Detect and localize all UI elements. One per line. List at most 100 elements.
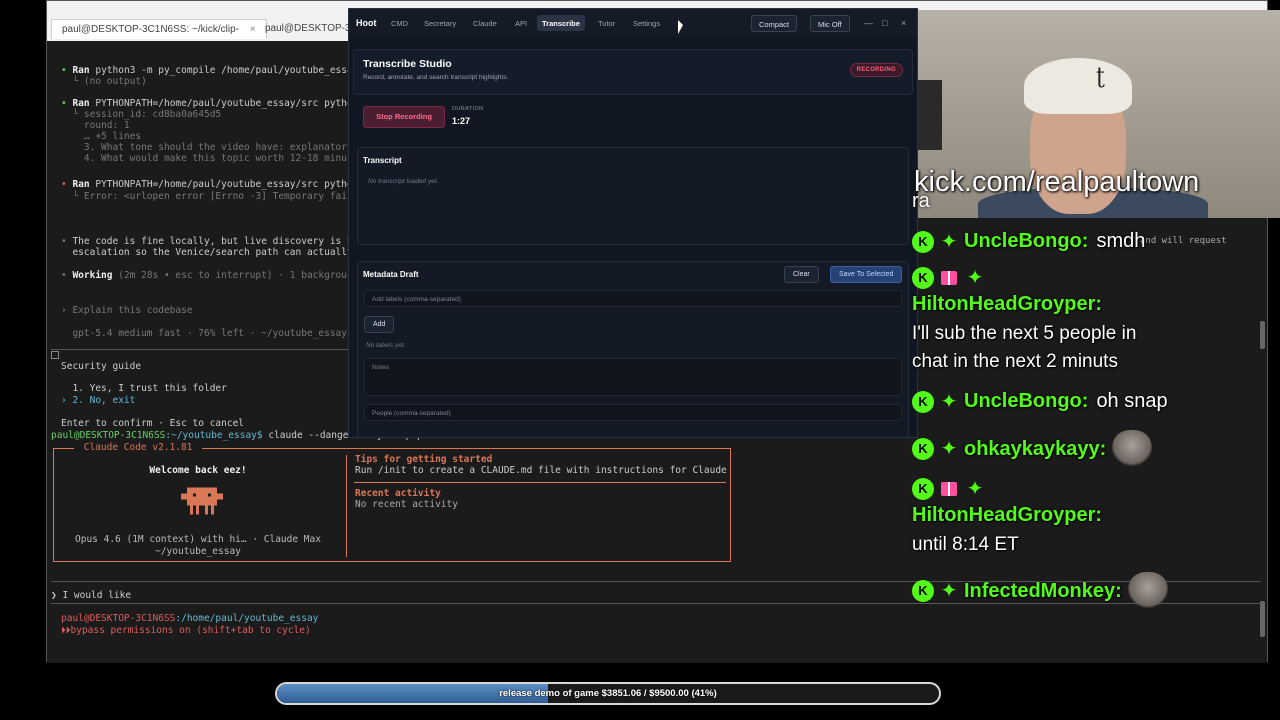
chat-username: UncleBongo: — [964, 230, 1089, 252]
claude-input[interactable]: ❯ I would like — [51, 590, 131, 601]
trust-option-yes[interactable]: 1. Yes, I trust this folder — [61, 383, 226, 394]
chat-text: I'll sub the next 5 people in — [912, 323, 1137, 344]
box-divider — [346, 455, 347, 557]
terminal-line: • The code is fine locally, but live dis… — [61, 236, 359, 247]
mouse-cursor-icon — [678, 20, 683, 34]
kick-icon: K — [912, 438, 934, 460]
chat-text: until 8:14 ET — [912, 534, 1019, 555]
transcript-panel: Transcript No transcript loaded yet. — [357, 147, 909, 245]
tab-secretary[interactable]: Secretary — [419, 15, 461, 31]
minimize-icon[interactable]: — — [864, 18, 873, 28]
terminal-line: └ session_id: cd8ba0a645d5 — [61, 109, 222, 120]
cap-icon — [1024, 58, 1132, 114]
recording-status-badge: RECORDING — [849, 63, 903, 77]
scrollbar[interactable] — [1260, 601, 1265, 637]
star-icon: ✦ — [940, 230, 958, 253]
tips-text: Run /init to create a CLAUDE.md file wit… — [355, 465, 727, 476]
scrollbar[interactable] — [1260, 321, 1265, 349]
save-to-selected-button[interactable]: Save To Selected — [830, 266, 903, 283]
gift-icon — [938, 267, 960, 289]
close-icon[interactable]: × — [901, 18, 906, 28]
star-icon: ✦ — [940, 390, 958, 413]
chat-username: HiltonHeadGroyper: — [912, 504, 1103, 526]
terminal-line: └ (no output) — [61, 76, 147, 87]
tips-heading: Tips for getting started — [355, 454, 493, 465]
star-icon: ✦ — [940, 580, 958, 602]
terminal-status-line: gpt-5.4 medium fast · 76% left · ~/youtu… — [61, 328, 347, 339]
star-icon: ✦ — [966, 478, 984, 500]
terminal-line: 4. What would make this topic worth 12-1… — [61, 153, 359, 164]
security-guide-heading: Security guide — [61, 361, 142, 372]
mic-toggle-button[interactable]: Mic Off — [810, 15, 850, 32]
chat-username: HiltonHeadGroyper: — [912, 293, 1103, 315]
tab-claude[interactable]: Claude — [468, 15, 502, 31]
pane-icon — [51, 351, 59, 359]
page-title: Transcribe Studio — [363, 58, 452, 70]
chat-text: smdh — [1096, 230, 1146, 252]
stream-url-overlay: kick.com/realpaultown — [912, 168, 1280, 212]
cap-logo-icon: ʈ — [1096, 64, 1105, 89]
donation-goal-bar: release demo of game $3851.06 / $9500.00… — [275, 682, 941, 705]
tab-settings[interactable]: Settings — [628, 15, 665, 31]
welcome-message: Welcome back eez! — [149, 465, 247, 476]
terminal-line: └ Error: <urlopen error [Errno -3] Tempo… — [61, 191, 359, 202]
terminal-input-placeholder[interactable]: › Explain this codebase — [61, 305, 193, 316]
terminal-line: • Ran python3 -m py_compile /home/paul/y… — [61, 65, 359, 76]
claude-code-welcome-box: Claude Code v2.1.81 Welcome back eez! Op… — [53, 442, 731, 562]
metadata-title: Metadata Draft — [363, 270, 419, 279]
chat-message: K ✦ ohkaykaykayy: — [912, 430, 1153, 468]
claude-mascot-icon — [181, 487, 223, 515]
terminal-working-line: • Working (2m 28s • esc to interrupt) · … — [61, 270, 359, 281]
recent-text: No recent activity — [355, 499, 458, 510]
stream-url: kick.com/realpaultown — [914, 168, 1200, 198]
bypass-icon: ⏵⏵ — [61, 625, 71, 636]
terminal-tab-active[interactable]: paul@DESKTOP-3C1N6SS: ~/kick/clip- × — [51, 19, 267, 39]
chat-username: ohkaykaykayy: — [964, 437, 1107, 460]
hoot-window: Hoot CMD Secretary Claude API Transcribe… — [348, 8, 918, 438]
add-label-button[interactable]: Add — [364, 316, 395, 333]
stop-recording-button[interactable]: Stop Recording — [363, 106, 445, 128]
bottom-prompt: paul@DESKTOP-3C1N6SS:/home/paul/youtube_… — [61, 613, 319, 624]
transcribe-header: Transcribe Studio Record, annotate, and … — [353, 49, 913, 95]
tab-api[interactable]: API — [510, 15, 532, 31]
goal-text: release demo of game $3851.06 / $9500.00… — [499, 688, 717, 699]
recent-heading: Recent activity — [355, 488, 441, 499]
maximize-icon[interactable]: □ — [882, 18, 887, 28]
chat-message: K ✦ UncleBongo: smdh — [912, 230, 1145, 253]
kick-icon: K — [912, 230, 934, 253]
compact-button[interactable]: Compact — [751, 15, 798, 32]
chat-message-author: HiltonHeadGroyper: — [912, 293, 1102, 316]
pane-divider[interactable] — [51, 349, 355, 350]
chat-text: chat in the next 2 minuts — [912, 351, 1118, 372]
model-info: Opus 4.6 (1M context) with hi… · Claude … — [75, 534, 321, 545]
terminal-line: 3. What tone should the video have: expl… — [61, 142, 359, 153]
kick-icon: K — [912, 478, 934, 500]
hoot-brand: Hoot — [356, 18, 377, 28]
microphone-icon — [918, 80, 942, 150]
clear-button[interactable]: Clear — [784, 266, 819, 283]
gift-icon — [938, 478, 960, 500]
terminal-line: escalation so the Venice/search path can… — [61, 247, 353, 258]
labels-input[interactable]: Add labels (comma-separated) — [364, 290, 902, 307]
kick-icon: K — [912, 267, 934, 289]
terminal-line: … +5 lines — [61, 131, 142, 142]
tab-tutor[interactable]: Tutor — [593, 15, 620, 31]
box-divider — [354, 482, 726, 483]
transcript-title: Transcript — [363, 156, 402, 165]
trust-option-no[interactable]: › 2. No, exit — [61, 395, 135, 406]
chat-message: K ✦ — [912, 478, 990, 500]
emote-icon — [1127, 572, 1168, 610]
metadata-panel: Metadata Draft Clear Save To Selected Ad… — [357, 261, 909, 437]
claude-code-version: Claude Code v2.1.81 — [74, 442, 203, 453]
tab-cmd[interactable]: CMD — [386, 15, 413, 31]
people-input[interactable]: People (comma-separated) — [364, 404, 902, 421]
chat-cut-text: ra — [912, 190, 930, 212]
tab-transcribe[interactable]: Transcribe — [537, 15, 585, 31]
no-labels-text: No labels yet. — [366, 342, 406, 349]
kick-icon: K — [912, 390, 934, 413]
chat-message: K ✦ InfectedMonkey: — [912, 572, 1168, 610]
chat-message: K ✦ — [912, 267, 990, 289]
hoot-navbar: Hoot CMD Secretary Claude API Transcribe… — [349, 9, 917, 37]
terminal-line: • Ran PYTHONPATH=/home/paul/youtube_essa… — [61, 179, 359, 190]
notes-textarea[interactable]: Notes — [364, 358, 902, 396]
